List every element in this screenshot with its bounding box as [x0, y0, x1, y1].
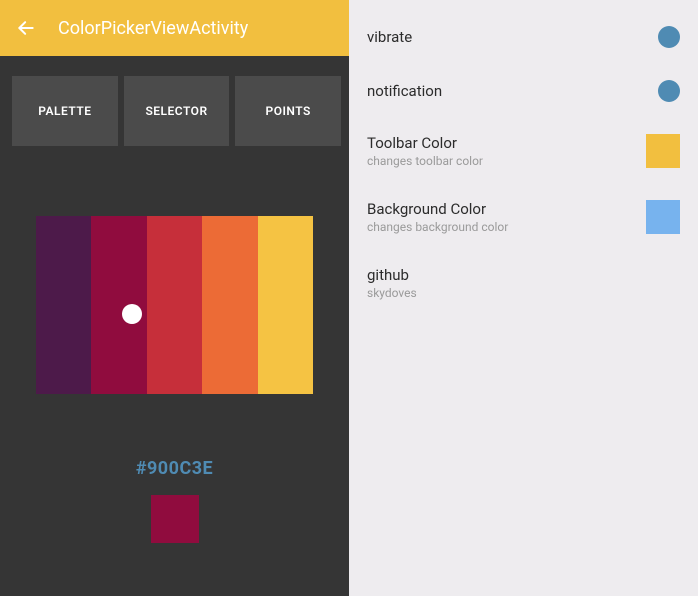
- setting-title: Background Color: [367, 200, 646, 218]
- tab-selector[interactable]: SELECTOR: [124, 76, 230, 146]
- palette-stripe: [202, 216, 257, 394]
- toolbar-title: ColorPickerViewActivity: [58, 18, 248, 39]
- result-area: #900C3E: [0, 458, 349, 543]
- palette-area: [0, 146, 349, 404]
- hex-value: #900C3E: [136, 458, 213, 479]
- tab-bar: PALETTE SELECTOR POINTS: [0, 76, 349, 146]
- setting-notification[interactable]: notification: [361, 70, 686, 120]
- palette-stripe: [91, 216, 146, 394]
- setting-title: vibrate: [367, 28, 658, 46]
- palette-stripe: [258, 216, 313, 394]
- tab-points[interactable]: POINTS: [235, 76, 341, 146]
- setting-subtitle: skydoves: [367, 286, 680, 300]
- tab-palette[interactable]: PALETTE: [12, 76, 118, 146]
- color-chip[interactable]: [646, 134, 680, 168]
- setting-title: github: [367, 266, 680, 284]
- palette-stripe: [36, 216, 91, 394]
- selector-handle-icon[interactable]: [122, 304, 142, 324]
- toolbar: ColorPickerViewActivity: [0, 0, 349, 56]
- settings-panel: vibrate notification Toolbar Color chang…: [349, 0, 698, 596]
- toggle-icon[interactable]: [658, 80, 680, 102]
- setting-github[interactable]: github skydoves: [361, 256, 686, 318]
- selected-swatch: [151, 495, 199, 543]
- setting-toolbar-color[interactable]: Toolbar Color changes toolbar color: [361, 124, 686, 186]
- color-picker-panel: ColorPickerViewActivity PALETTE SELECTOR…: [0, 0, 349, 596]
- setting-title: notification: [367, 82, 658, 100]
- setting-background-color[interactable]: Background Color changes background colo…: [361, 190, 686, 252]
- setting-vibrate[interactable]: vibrate: [361, 16, 686, 66]
- setting-title: Toolbar Color: [367, 134, 646, 152]
- color-palette[interactable]: [36, 216, 313, 394]
- palette-stripe: [147, 216, 202, 394]
- setting-subtitle: changes toolbar color: [367, 154, 646, 168]
- toggle-icon[interactable]: [658, 26, 680, 48]
- setting-subtitle: changes background color: [367, 220, 646, 234]
- back-arrow-icon[interactable]: [14, 16, 38, 40]
- color-chip[interactable]: [646, 200, 680, 234]
